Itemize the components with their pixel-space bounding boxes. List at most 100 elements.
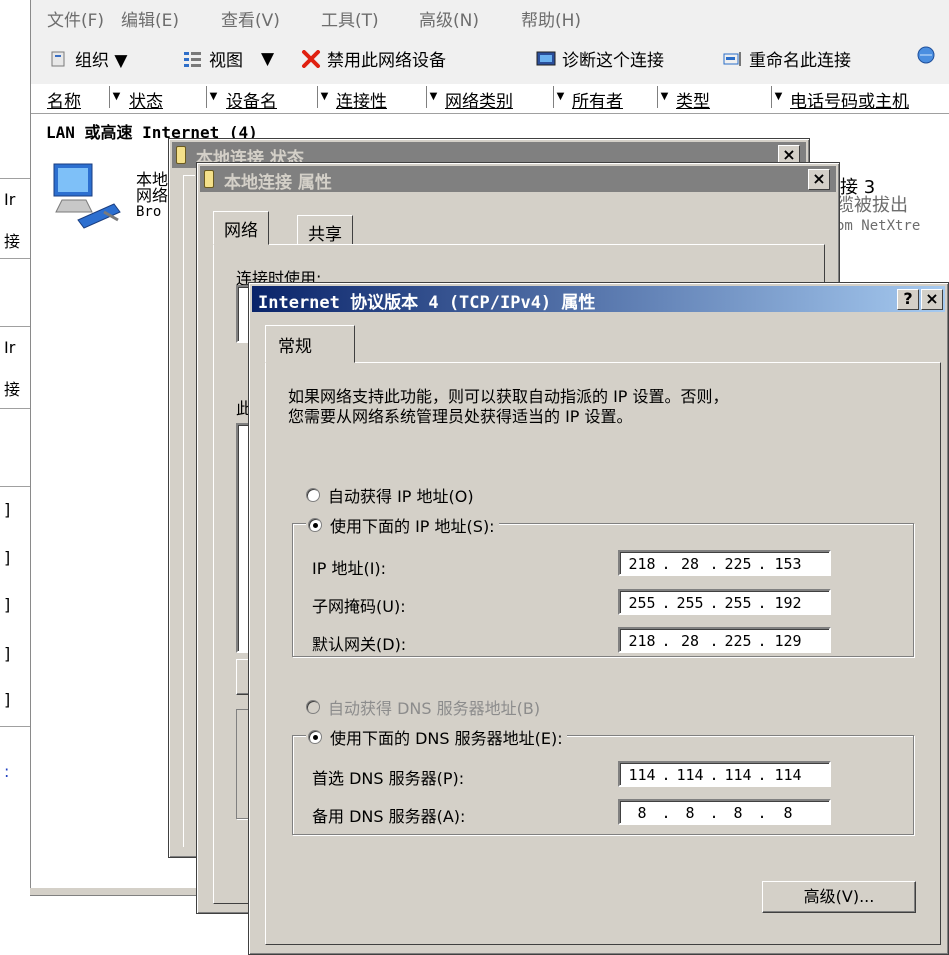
column-sort-icon[interactable]: ▼ — [426, 86, 440, 108]
adapter-device: Bro — [136, 204, 162, 220]
help-icon[interactable]: ? — [897, 289, 919, 310]
left-strip-text: : — [4, 762, 10, 781]
column-type[interactable]: 类型 — [676, 87, 710, 112]
column-sort-icon[interactable]: ▼ — [553, 86, 567, 108]
menu-tools[interactable]: 工具(T) — [321, 6, 379, 31]
mask-octet[interactable]: 192 — [770, 594, 806, 612]
more-toolbar-button[interactable] — [916, 46, 942, 64]
gateway-input[interactable]: 218. 28. 225. 129 — [618, 627, 831, 653]
left-strip-text: ] — [4, 595, 11, 614]
column-sort-icon[interactable]: ▼ — [657, 86, 671, 108]
tab-sharing[interactable]: 共享 — [297, 215, 353, 245]
dns2-octet[interactable]: 8 — [672, 804, 708, 822]
view-label: 视图 — [209, 51, 243, 71]
mask-octet[interactable]: 255 — [672, 594, 708, 612]
ipv4-dialog-titlebar: Internet 协议版本 4 (TCP/IPv4) 属性 ? × — [252, 286, 945, 312]
menu-help[interactable]: 帮助(H) — [521, 6, 581, 31]
column-sort-icon[interactable]: ▼ — [109, 86, 123, 108]
close-icon[interactable]: × — [808, 169, 830, 190]
rename-icon — [723, 50, 743, 68]
diagnose-button[interactable]: 诊断这个连接 — [536, 46, 664, 71]
column-device[interactable]: 设备名 — [226, 87, 277, 112]
gateway-octet[interactable]: 28 — [672, 632, 708, 650]
menu-edit[interactable]: 编辑(E) — [121, 6, 179, 31]
diagnose-icon — [536, 50, 556, 68]
auto-ip-radio[interactable]: 自动获得 IP 地址(O) — [306, 483, 474, 507]
diagnose-label: 诊断这个连接 — [562, 51, 664, 71]
left-strip-text: ] — [4, 500, 11, 519]
left-strip-text: 接 — [4, 232, 21, 251]
description-line1: 如果网络支持此功能，则可以获取自动指派的 IP 设置。否则， — [288, 387, 729, 406]
column-sort-icon[interactable]: ▼ — [206, 86, 220, 108]
network-icon — [176, 146, 186, 164]
subnet-mask-label: 子网掩码(U): — [312, 597, 406, 616]
mask-octet[interactable]: 255 — [720, 594, 756, 612]
description-line2: 您需要从网络系统管理员处获得适当的 IP 设置。 — [288, 407, 633, 426]
ip-octet[interactable]: 225 — [720, 555, 756, 573]
organize-button[interactable]: 组织 ▼ — [49, 46, 127, 71]
column-header-bar: 名称 ▼ 状态 ▼ 设备名 ▼ 连接性 ▼ 网络类别 ▼ 所有者 ▼ 类型 ▼ … — [31, 84, 949, 114]
auto-dns-label: 自动获得 DNS 服务器地址(B) — [328, 699, 541, 718]
auto-ip-label: 自动获得 IP 地址(O) — [328, 487, 474, 506]
left-strip-text: ] — [4, 548, 11, 567]
preferred-dns-input[interactable]: 114. 114. 114. 114 — [618, 761, 831, 787]
adapter3-device: om NetXtre — [836, 218, 921, 234]
column-sort-icon[interactable]: ▼ — [317, 86, 331, 108]
rename-label: 重命名此连接 — [749, 51, 851, 71]
manual-dns-label: 使用下面的 DNS 服务器地址(E): — [330, 729, 563, 748]
dns2-octet[interactable]: 8 — [624, 804, 660, 822]
manual-ip-radio[interactable]: 使用下面的 IP 地址(S): — [306, 513, 499, 537]
close-icon[interactable]: × — [921, 289, 943, 310]
adapter3-name[interactable]: 接 3 — [840, 179, 875, 197]
menu-file[interactable]: 文件(F) — [47, 6, 104, 31]
gateway-octet[interactable]: 129 — [770, 632, 806, 650]
advanced-button[interactable]: 高级(V)... — [762, 881, 916, 913]
mask-octet[interactable]: 255 — [624, 594, 660, 612]
dns2-octet[interactable]: 8 — [720, 804, 756, 822]
left-strip-text: 接 — [4, 380, 21, 399]
manual-dns-radio[interactable]: 使用下面的 DNS 服务器地址(E): — [306, 725, 567, 749]
gateway-octet[interactable]: 225 — [720, 632, 756, 650]
dns1-octet[interactable]: 114 — [720, 766, 756, 784]
subnet-mask-input[interactable]: 255. 255. 255. 192 — [618, 589, 831, 615]
gateway-label: 默认网关(D): — [312, 635, 407, 654]
dns2-octet[interactable]: 8 — [770, 804, 806, 822]
left-window-strip: Ir 接 Ir 接 ] ] ] ] ] : — [0, 150, 30, 810]
view-icon — [183, 50, 203, 68]
toolbar: 组织 ▼ 视图 ▼ 禁用此网络设备 诊断这个连接 重命名此连接 — [31, 34, 949, 84]
menu-view[interactable]: 查看(V) — [221, 6, 280, 31]
column-connectivity[interactable]: 连接性 — [336, 87, 387, 112]
ip-octet[interactable]: 153 — [770, 555, 806, 573]
preferred-dns-label: 首选 DNS 服务器(P): — [312, 769, 465, 788]
ip-address-input[interactable]: 218. 28. 225. 153 — [618, 550, 831, 576]
tab-network[interactable]: 网络 — [213, 211, 269, 245]
general-panel: 如果网络支持此功能，则可以获取自动指派的 IP 设置。否则， 您需要从网络系统管… — [265, 362, 941, 945]
column-network-category[interactable]: 网络类别 — [445, 87, 513, 112]
rename-button[interactable]: 重命名此连接 — [723, 46, 851, 71]
column-phone[interactable]: 电话号码或主机 — [790, 87, 909, 112]
ip-octet[interactable]: 218 — [624, 555, 660, 573]
disable-device-button[interactable]: 禁用此网络设备 — [301, 46, 446, 71]
menu-advanced[interactable]: 高级(N) — [419, 6, 479, 31]
manual-ip-label: 使用下面的 IP 地址(S): — [330, 517, 495, 536]
auto-dns-radio[interactable]: 自动获得 DNS 服务器地址(B) — [306, 695, 540, 719]
ipv4-properties-dialog: Internet 协议版本 4 (TCP/IPv4) 属性 ? × 常规 如果网… — [248, 282, 949, 955]
column-sort-icon[interactable]: ▼ — [771, 86, 785, 108]
left-strip-text: Ir — [4, 338, 16, 357]
view-button[interactable]: 视图 ▼ — [183, 46, 274, 71]
column-name[interactable]: 名称 — [47, 87, 81, 112]
ip-octet[interactable]: 28 — [672, 555, 708, 573]
dns1-octet[interactable]: 114 — [770, 766, 806, 784]
dns1-octet[interactable]: 114 — [672, 766, 708, 784]
left-strip-text: ] — [4, 690, 11, 709]
alternate-dns-input[interactable]: 8. 8. 8. 8 — [618, 799, 831, 825]
organize-icon — [49, 50, 69, 68]
adapter3-status: 缆被拔出 — [836, 195, 908, 216]
dns1-octet[interactable]: 114 — [624, 766, 660, 784]
column-status[interactable]: 状态 — [129, 87, 163, 112]
column-owner[interactable]: 所有者 — [572, 87, 623, 112]
network-adapter-icon[interactable] — [48, 160, 126, 232]
tab-general[interactable]: 常规 — [265, 325, 355, 363]
gateway-octet[interactable]: 218 — [624, 632, 660, 650]
left-strip-text: Ir — [4, 190, 16, 209]
